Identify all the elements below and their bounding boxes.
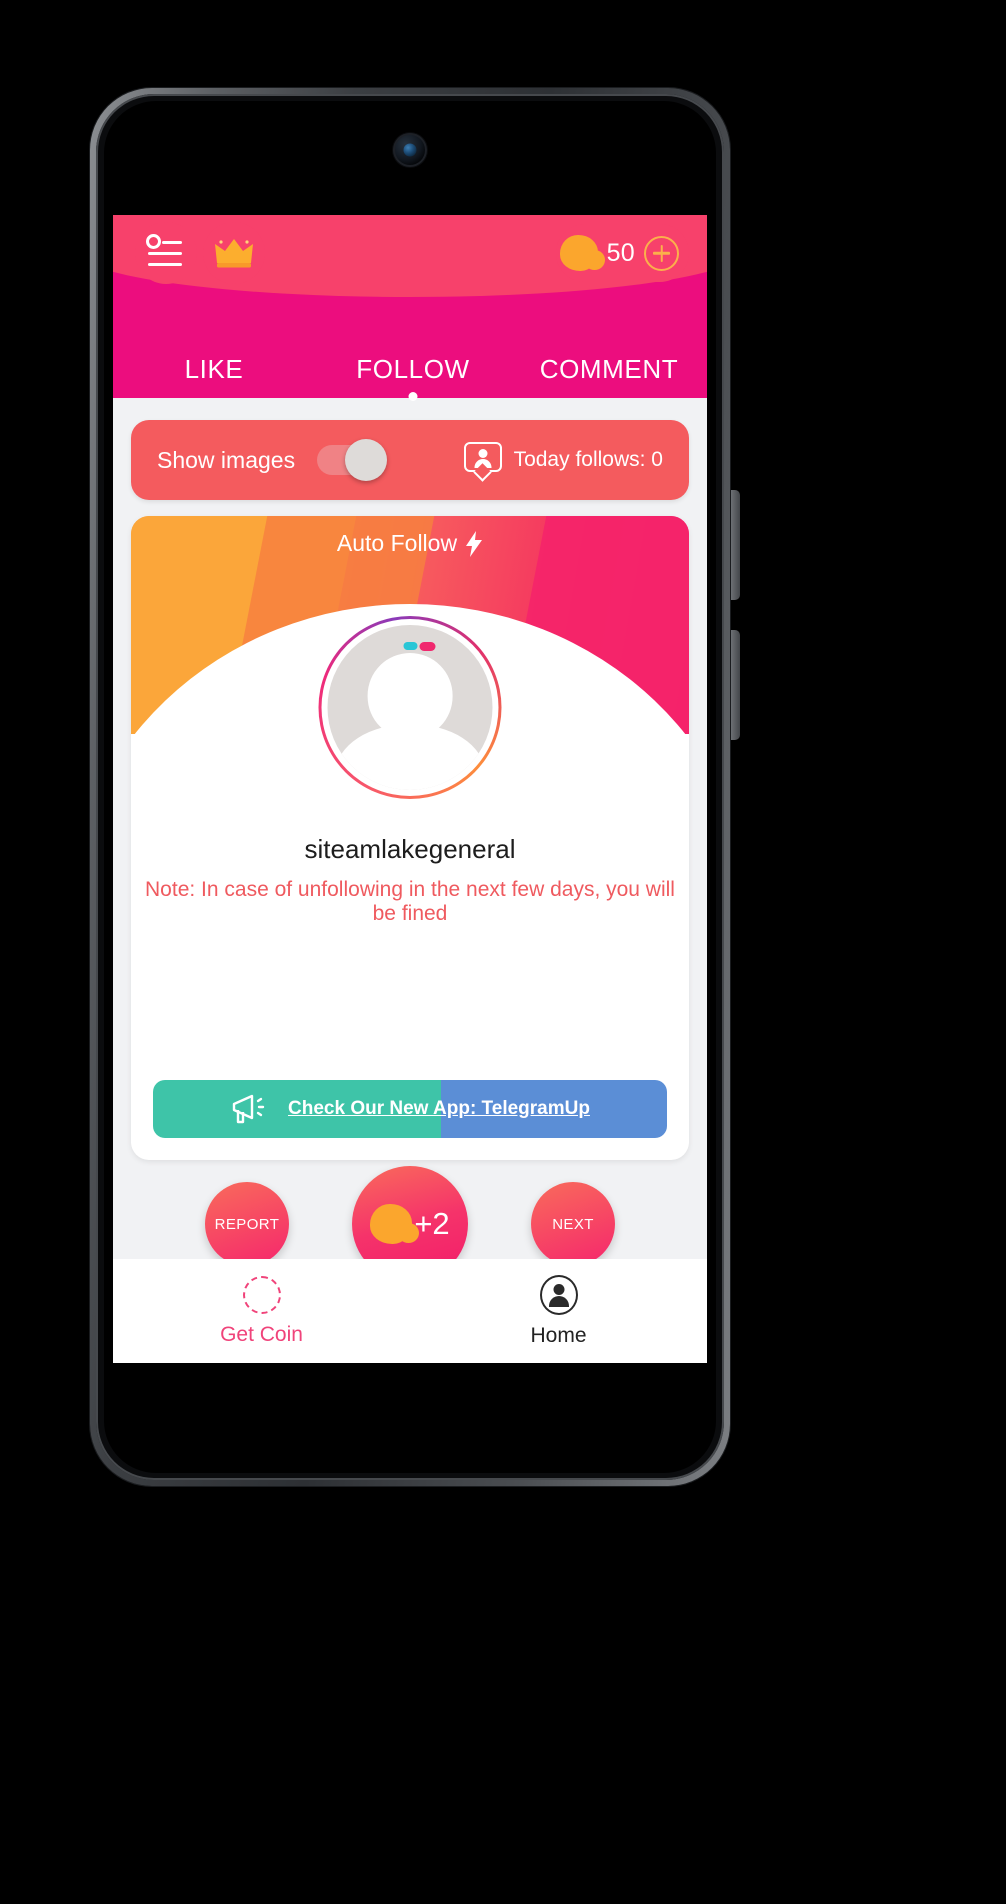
next-button[interactable]: NEXT [531, 1182, 615, 1266]
tab-follow[interactable]: FOLLOW [315, 353, 511, 401]
tab-bar: LIKE FOLLOW COMMENT [113, 336, 707, 401]
today-follows-label: Today follows: 0 [513, 448, 663, 471]
bottom-navigation: Get Coin Home [113, 1259, 707, 1363]
camera-lens-icon [403, 143, 417, 157]
nav-get-coin-label: Get Coin [220, 1322, 303, 1346]
coin-circle-icon [242, 1275, 281, 1314]
tab-comment[interactable]: COMMENT [511, 354, 707, 385]
coin-icon [559, 235, 605, 271]
profile-username: siteamlakegeneral [304, 834, 516, 864]
app-viewport: 50 LIKE FOLLOW COMMENT Show images Today… [113, 215, 707, 1363]
coin-icon [370, 1204, 420, 1244]
show-images-row: Show images Today follows: 0 [131, 420, 689, 500]
premium-button[interactable] [203, 222, 265, 284]
user-bubble-icon [463, 442, 502, 482]
plus-circle-icon[interactable] [644, 235, 679, 271]
hamburger-menu-icon [146, 234, 186, 269]
volume-down-button[interactable] [731, 630, 740, 740]
crown-icon [215, 239, 253, 268]
coin-reward-amount: +2 [414, 1206, 450, 1241]
auto-follow-title: Auto Follow [131, 530, 689, 557]
promo-banner[interactable]: Check Our New App: TelegramUp [153, 1080, 667, 1138]
active-tab-indicator [408, 391, 418, 401]
nav-item-home[interactable]: Home [410, 1259, 707, 1363]
show-images-label: Show images [157, 446, 296, 473]
nav-item-get-coin[interactable]: Get Coin [113, 1259, 410, 1363]
volume-up-button[interactable] [731, 490, 740, 600]
coin-count: 50 [606, 238, 635, 267]
home-person-icon [539, 1274, 578, 1315]
unfollow-warning-note: Note: In case of unfollowing in the next… [145, 878, 675, 925]
today-follows-stat: Today follows: 0 [463, 442, 663, 482]
toggle-knob [345, 439, 388, 481]
tab-like-label: LIKE [184, 353, 244, 384]
screenshot-stage: 50 LIKE FOLLOW COMMENT Show images Today… [0, 0, 1006, 1904]
lightning-bolt-icon [466, 530, 483, 557]
next-button-label: NEXT [552, 1215, 594, 1233]
tab-follow-label: FOLLOW [356, 353, 470, 384]
report-button-label: REPORT [214, 1215, 280, 1233]
auto-follow-label: Auto Follow [336, 530, 458, 556]
phone-screen: 50 LIKE FOLLOW COMMENT Show images Today… [104, 101, 716, 1473]
nav-home-label: Home [530, 1323, 587, 1347]
front-camera [393, 133, 427, 167]
tab-comment-label: COMMENT [539, 353, 679, 384]
megaphone-icon [232, 1094, 265, 1124]
report-button[interactable]: REPORT [205, 1182, 289, 1266]
menu-button[interactable] [135, 222, 197, 284]
coin-balance-pill[interactable]: 50 [555, 224, 689, 282]
tab-like[interactable]: LIKE [113, 354, 315, 385]
profile-placeholder-avatar [327, 625, 493, 790]
promo-banner-text: Check Our New App: TelegramUp [288, 1098, 590, 1119]
app-header: 50 [113, 215, 707, 336]
profile-card: Auto Follow siteamlakegeneral Note: In c… [131, 516, 689, 1160]
avatar[interactable] [312, 610, 508, 805]
show-images-toggle[interactable] [317, 439, 388, 481]
avatar-story-ring [318, 616, 502, 799]
